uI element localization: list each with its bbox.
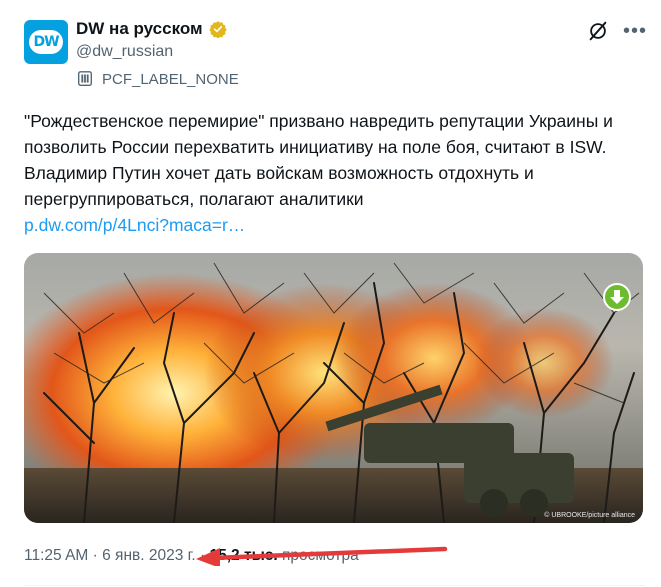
download-icon[interactable] [603,283,631,311]
tweet-text: "Рождественское перемирие" призвано навр… [24,111,613,209]
annotation-arrow [196,546,448,566]
government-label-icon [78,71,92,86]
tweet-body: "Рождественское перемирие" призвано навр… [24,108,644,238]
meta-separator: · [88,547,103,564]
display-name[interactable]: DW на русском [76,19,203,39]
divider [24,585,645,586]
label-text: PCF_LABEL_NONE [102,70,239,88]
grok-icon[interactable] [587,20,609,42]
account-name-row: DW на русском [76,19,227,39]
photo-credit: © UBROOKE/picture alliance [544,512,635,519]
dw-logo: DW [29,30,63,54]
tweet-date[interactable]: 6 янв. 2023 г. [102,547,196,564]
tweet-time[interactable]: 11:25 AM [24,547,88,564]
artillery-fire-photo [24,262,643,523]
tweet-media-image[interactable]: © UBROOKE/picture alliance [24,253,643,523]
account-label: PCF_LABEL_NONE [76,70,239,88]
tweet-link[interactable]: p.dw.com/p/4Lnci?maca=r… [24,212,644,238]
verified-badge-icon [208,21,227,38]
avatar[interactable]: DW [24,20,68,64]
account-handle[interactable]: @dw_russian [76,43,173,61]
more-icon[interactable]: ••• [623,21,647,41]
tweet-actions-top: ••• [587,20,647,42]
